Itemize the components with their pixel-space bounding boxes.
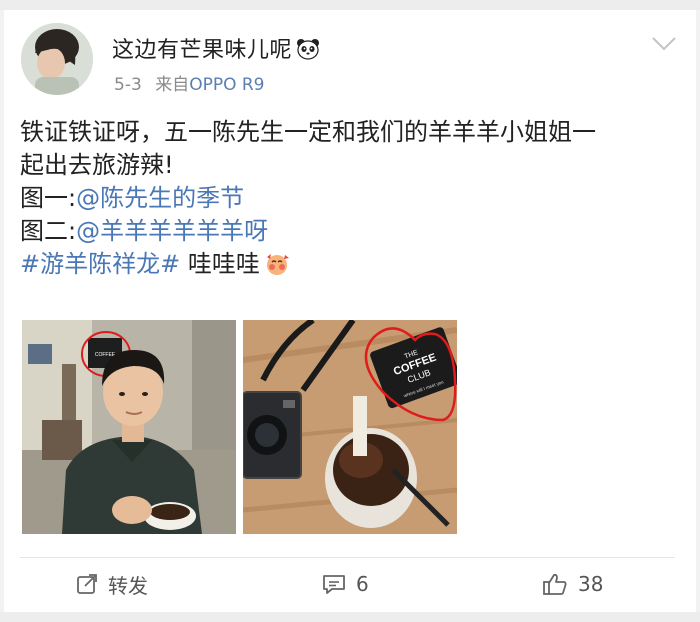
- repost-label: 转发: [108, 573, 148, 598]
- top-gap: [0, 0, 700, 10]
- post-meta: 5-3 来自OPPO R9: [114, 70, 264, 95]
- pic1-line: 图一:@陈先生的季节: [20, 182, 680, 215]
- like-count: 38: [578, 572, 604, 596]
- post-text-line-2: 起出去旅游辣!: [20, 151, 174, 179]
- post-text: 铁证铁证呀，五一陈先生一定和我们的羊羊羊小姐姐一 起出去旅游辣! 图一:@陈先生…: [20, 116, 680, 281]
- repost-button[interactable]: 转发: [76, 570, 148, 598]
- comment-button[interactable]: 6: [322, 570, 369, 598]
- mention-link-2[interactable]: @羊羊羊羊羊羊呀: [76, 217, 268, 245]
- thumbs-up-icon: [543, 573, 567, 595]
- hashtag-link[interactable]: #游羊陈祥龙#: [20, 250, 180, 278]
- mention-link-1[interactable]: @陈先生的季节: [76, 184, 244, 212]
- post-text-line-1: 铁证铁证呀，五一陈先生一定和我们的羊羊羊小姐姐一: [20, 118, 596, 146]
- like-button[interactable]: 38: [542, 570, 603, 598]
- post-image-2[interactable]: THE COFFEE CLUB where will I meet you: [243, 320, 457, 534]
- shy-emoji-icon: [264, 251, 290, 277]
- user-avatar[interactable]: [21, 23, 93, 95]
- username-text[interactable]: 这边有芒果味儿呢: [112, 38, 292, 63]
- comment-count: 6: [356, 572, 369, 596]
- post-date: 5-3: [114, 75, 142, 95]
- post-image-1[interactable]: COFFEE: [22, 320, 236, 534]
- post-source[interactable]: OPPO R9: [189, 75, 264, 95]
- hashtag-line: #游羊陈祥龙# 哇哇哇: [20, 248, 680, 281]
- hashtag-after-text: 哇哇哇: [180, 250, 260, 278]
- chevron-down-icon[interactable]: [651, 36, 677, 52]
- source-prefix: 来自: [155, 75, 190, 95]
- repost-icon: [77, 574, 97, 594]
- panda-emoji-icon: [296, 38, 320, 60]
- username[interactable]: 这边有芒果味儿呢: [112, 32, 320, 64]
- bottom-gap: [0, 612, 700, 622]
- pic2-line: 图二:@羊羊羊羊羊羊呀: [20, 215, 680, 248]
- pic2-label: 图二:: [20, 217, 77, 245]
- footer-divider: [20, 557, 675, 558]
- pic1-label: 图一:: [20, 184, 77, 212]
- comment-icon: [323, 575, 345, 594]
